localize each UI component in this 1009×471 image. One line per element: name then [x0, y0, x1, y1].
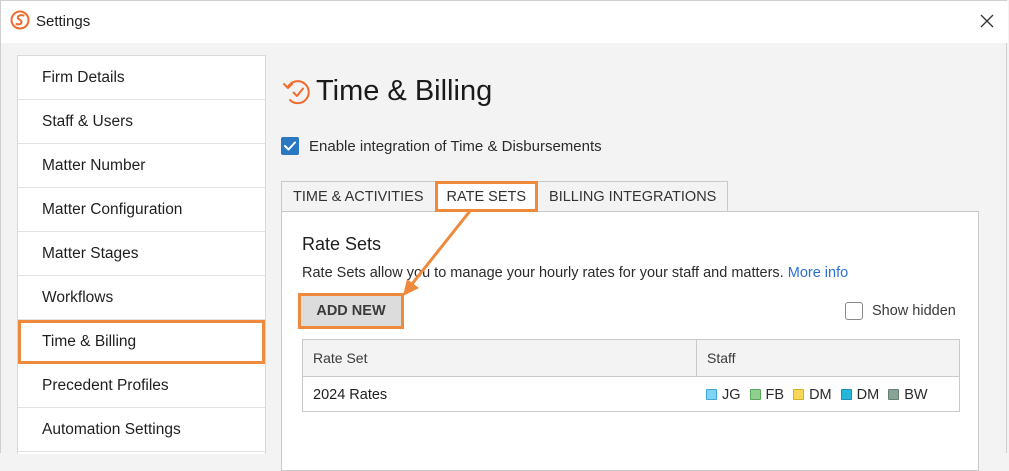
staff-cell: JG FB DM DM BW [697, 377, 959, 412]
staff-chip: BW [888, 386, 928, 403]
page-title: Time & Billing [316, 75, 493, 107]
rate-sets-table: Rate Set Staff 2024 Rates JG FB DM DM BW [302, 339, 960, 412]
add-new-button[interactable]: ADD NEW [298, 293, 404, 329]
main-content: Time & Billing Enable integration of Tim… [267, 55, 1008, 471]
staff-chip: DM [793, 387, 832, 403]
table-row[interactable]: 2024 Rates JG FB DM DM BW [303, 377, 959, 412]
staff-initials: DM [809, 386, 832, 403]
sidebar-item-firm-details[interactable]: Firm Details [18, 56, 265, 100]
title-bar: Settings [1, 1, 1008, 43]
close-button[interactable] [973, 9, 1001, 33]
tab-time-activities[interactable]: TIME & ACTIVITIES [281, 181, 436, 212]
sidebar-item-matter-stages[interactable]: Matter Stages [18, 232, 265, 276]
sidebar-item-label: Time & Billing [42, 332, 137, 350]
sidebar-item-label: Staff & Users [42, 112, 134, 130]
column-header-rate-set[interactable]: Rate Set [303, 340, 697, 376]
settings-sidebar: Firm Details Staff & Users Matter Number… [17, 55, 266, 454]
staff-chip: JG [706, 387, 741, 403]
staff-initials: FB [765, 386, 785, 403]
section-title: Rate Sets [302, 234, 382, 254]
show-hidden-label: Show hidden [872, 303, 956, 319]
more-info-link[interactable]: More info [788, 265, 848, 281]
staff-color-swatch [749, 389, 761, 400]
sidebar-item-label: Precedent Profiles [42, 376, 169, 394]
staff-chip: DM [840, 386, 880, 403]
enable-integration-label: Enable integration of Time & Disbursemen… [309, 138, 602, 155]
staff-initials: JG [722, 386, 741, 403]
sidebar-item-precedent-profiles[interactable]: Precedent Profiles [18, 364, 265, 408]
staff-color-swatch [793, 389, 805, 400]
staff-initials: DM [856, 386, 880, 403]
sidebar-item-automation-settings[interactable]: Automation Settings [18, 408, 265, 452]
sidebar-item-matter-configuration[interactable]: Matter Configuration [18, 188, 265, 232]
rate-set-name: 2024 Rates [313, 386, 388, 403]
column-header-staff[interactable]: Staff [697, 340, 959, 376]
show-hidden-toggle[interactable]: Show hidden [845, 302, 956, 320]
staff-color-swatch [840, 389, 852, 400]
table-header: Rate Set Staff [303, 340, 959, 377]
sidebar-item-workflows[interactable]: Workflows [18, 276, 265, 320]
staff-list: JG FB DM DM BW [706, 387, 937, 403]
sidebar-item-time-billing[interactable]: Time & Billing [18, 320, 265, 364]
staff-color-swatch [706, 389, 717, 400]
section-description: Rate Sets allow you to manage your hourl… [302, 265, 848, 281]
sidebar-item-matter-number[interactable]: Matter Number [18, 144, 265, 188]
window-title: Settings [36, 13, 91, 30]
staff-color-swatch [888, 389, 900, 400]
description-text: Rate Sets allow you to manage your hourl… [302, 265, 784, 281]
checkmark-icon [284, 141, 296, 151]
time-billing-icon [283, 80, 310, 105]
sidebar-item-label: Matter Number [42, 156, 146, 174]
sidebar-item-label: Matter Configuration [42, 200, 183, 218]
sidebar-item-label: Automation Settings [42, 420, 181, 438]
tab-billing-integrations[interactable]: BILLING INTEGRATIONS [537, 181, 729, 212]
show-hidden-checkbox[interactable] [845, 302, 863, 320]
sidebar-item-label: Firm Details [42, 68, 125, 86]
tab-bar: TIME & ACTIVITIES RATE SETS BILLING INTE… [281, 181, 729, 212]
enable-integration-checkbox[interactable] [281, 137, 299, 155]
sidebar-item-label: Workflows [42, 288, 114, 306]
rate-sets-panel: Rate Sets Rate Sets allow you to manage … [281, 211, 979, 471]
staff-initials: BW [904, 386, 928, 403]
close-icon [980, 14, 994, 28]
sidebar-item-label: Matter Stages [42, 244, 139, 262]
tab-rate-sets[interactable]: RATE SETS [434, 181, 539, 212]
staff-chip: FB [749, 386, 785, 403]
sidebar-item-staff-users[interactable]: Staff & Users [18, 100, 265, 144]
settings-window: Settings Firm Details Staff & Users Matt… [0, 0, 1008, 471]
app-logo-icon [10, 10, 30, 30]
